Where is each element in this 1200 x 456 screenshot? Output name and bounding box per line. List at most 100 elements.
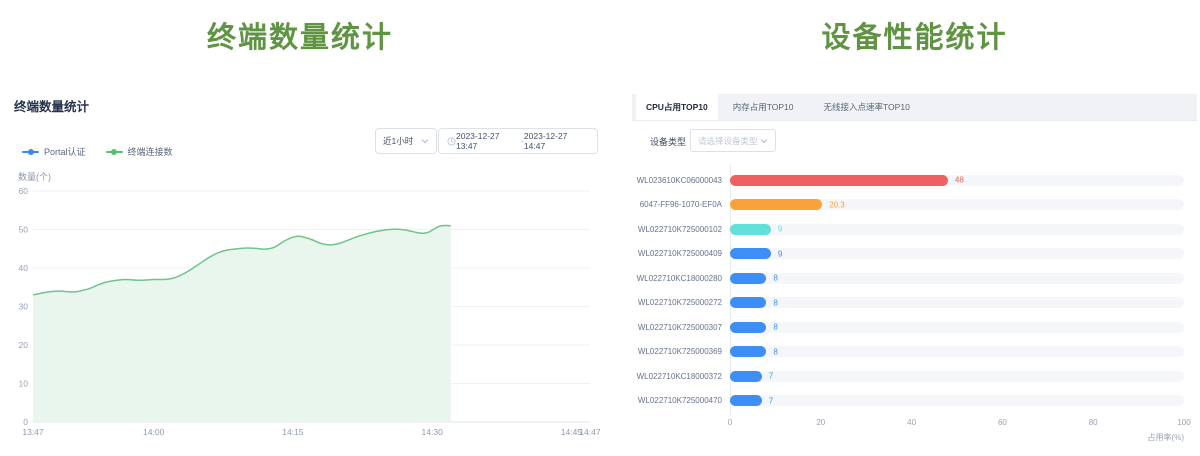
x-axis-title: 占用率(%) — [619, 432, 1184, 443]
device-type-placeholder: 请选择设备类型 — [698, 135, 758, 147]
device-name: WL022710KC18000280 — [632, 274, 730, 283]
bar-row: WL022710K725000307 8 — [632, 315, 1197, 340]
bar[interactable] — [730, 175, 948, 186]
svg-text:50: 50 — [19, 225, 29, 235]
x-axis-tick: 60 — [998, 418, 1007, 427]
chevron-down-icon — [421, 138, 429, 144]
device-name: WL022710KC18000372 — [632, 372, 730, 381]
bar-row: WL022710KC18000372 7 — [632, 364, 1197, 389]
terminal-count-line-chart: 数量(个)010203040506013:4714:0014:1514:3014… — [0, 166, 600, 456]
bar-track — [730, 395, 1184, 406]
bar-track — [730, 346, 1184, 357]
bar[interactable] — [730, 297, 766, 308]
x-axis-tick: 20 — [816, 418, 825, 427]
bar-track — [730, 248, 1184, 259]
bar-track — [730, 322, 1184, 333]
bar-plot: 7 — [730, 395, 1184, 406]
legend-item-portal[interactable]: Portal认证 — [22, 145, 86, 158]
bar-plot: 9 — [730, 248, 1184, 259]
bar[interactable] — [730, 346, 766, 357]
bar[interactable] — [730, 273, 766, 284]
date-end: 2023-12-27 14:47 — [524, 131, 589, 151]
x-axis-tick: 0 — [728, 418, 732, 427]
bar[interactable] — [730, 224, 771, 235]
svg-text:10: 10 — [19, 379, 29, 389]
bar-row: WL023610KC06000043 48 — [632, 168, 1197, 193]
x-axis-tick: 100 — [1177, 418, 1190, 427]
bar-value: 7 — [769, 396, 773, 405]
svg-text:14:30: 14:30 — [422, 427, 444, 437]
device-name: WL022710K725000272 — [632, 298, 730, 307]
left-section-title: 终端数量统计 — [0, 14, 600, 56]
legend-label: 终端连接数 — [128, 145, 173, 158]
bar-value: 7 — [769, 372, 773, 381]
chevron-down-icon — [760, 138, 768, 144]
performance-tabbar: CPU占用TOP10 内存占用TOP10 无线接入点速率TOP10 — [632, 94, 1197, 121]
bar-value: 9 — [778, 249, 782, 258]
svg-text:14:47: 14:47 — [579, 427, 600, 437]
bar-track — [730, 371, 1184, 382]
device-type-label: 设备类型 — [650, 135, 686, 148]
date-range-picker[interactable]: 2023-12-27 13:47 - 2023-12-27 14:47 — [438, 128, 598, 154]
svg-text:40: 40 — [19, 263, 29, 273]
y-axis-title: 数量(个) — [18, 171, 51, 182]
bar-plot: 8 — [730, 273, 1184, 284]
legend-item-terminal[interactable]: 终端连接数 — [106, 145, 173, 158]
svg-text:30: 30 — [19, 302, 29, 312]
bar-row: 6047-FF96-1070-EF0A20.3 — [632, 193, 1197, 218]
bar-plot: 8 — [730, 322, 1184, 333]
device-name: WL022710K725000307 — [632, 323, 730, 332]
tab-memory-top10[interactable]: 内存占用TOP10 — [718, 94, 809, 120]
dashboard: 终端数量统计 设备性能统计 终端数量统计 近1小时 2023-12-27 13:… — [0, 0, 1200, 456]
bar-plot: 8 — [730, 297, 1184, 308]
bar-track — [730, 273, 1184, 284]
chart-legend: Portal认证 终端连接数 — [22, 145, 173, 158]
bar-value: 8 — [773, 323, 777, 332]
line-chart-svg: 数量(个)010203040506013:4714:0014:1514:3014… — [0, 166, 600, 456]
legend-label: Portal认证 — [44, 145, 86, 158]
legend-marker-portal — [22, 151, 39, 153]
x-axis-tick: 40 — [907, 418, 916, 427]
clock-icon — [447, 137, 456, 146]
bar-row: WL022710K725000272 8 — [632, 291, 1197, 316]
device-name: WL022710K725000470 — [632, 396, 730, 405]
bar[interactable] — [730, 322, 766, 333]
time-range-select[interactable]: 近1小时 — [375, 128, 437, 154]
device-name: WL022710K725000102 — [632, 225, 730, 234]
bar-x-axis: 020406080100 — [730, 418, 1184, 430]
device-name: WL023610KC06000043 — [632, 176, 730, 185]
date-start: 2023-12-27 13:47 — [456, 131, 521, 151]
bar-value: 20.3 — [829, 200, 845, 209]
bar-track — [730, 297, 1184, 308]
terminal-stats-card-title: 终端数量统计 — [14, 96, 89, 115]
bar-plot: 48 — [730, 175, 1184, 186]
bar[interactable] — [730, 199, 822, 210]
tab-wireless-rate-top10[interactable]: 无线接入点速率TOP10 — [809, 94, 925, 120]
bar[interactable] — [730, 248, 771, 259]
bar[interactable] — [730, 371, 762, 382]
svg-text:60: 60 — [19, 186, 29, 196]
bar-plot: 20.3 — [730, 199, 1184, 210]
right-section-title: 设备性能统计 — [632, 14, 1197, 56]
bar-value: 8 — [773, 274, 777, 283]
bar-plot: 9 — [730, 224, 1184, 235]
bar[interactable] — [730, 395, 762, 406]
time-range-value: 近1小时 — [383, 135, 413, 147]
bar-plot: 8 — [730, 346, 1184, 357]
bar-value: 9 — [778, 225, 782, 234]
tab-cpu-top10[interactable]: CPU占用TOP10 — [636, 94, 718, 120]
svg-text:14:15: 14:15 — [282, 427, 304, 437]
cpu-top10-bar-chart: WL023610KC06000043 48 6047-FF96-1070-EF0A2… — [632, 168, 1197, 430]
bar-row: WL022710K725000102 9 — [632, 217, 1197, 242]
bar-track — [730, 224, 1184, 235]
bar-row: WL022710K725000470 7 — [632, 389, 1197, 414]
x-axis-tick: 80 — [1089, 418, 1098, 427]
bar-value: 8 — [773, 298, 777, 307]
device-name: WL022710K725000409 — [632, 249, 730, 258]
bar-value: 48 — [955, 176, 964, 185]
bar-row: WL022710K725000409 9 — [632, 242, 1197, 267]
svg-text:20: 20 — [19, 340, 29, 350]
bar-row: WL022710KC18000280 8 — [632, 266, 1197, 291]
device-type-select[interactable]: 请选择设备类型 — [690, 129, 776, 152]
svg-text:0: 0 — [23, 417, 28, 427]
